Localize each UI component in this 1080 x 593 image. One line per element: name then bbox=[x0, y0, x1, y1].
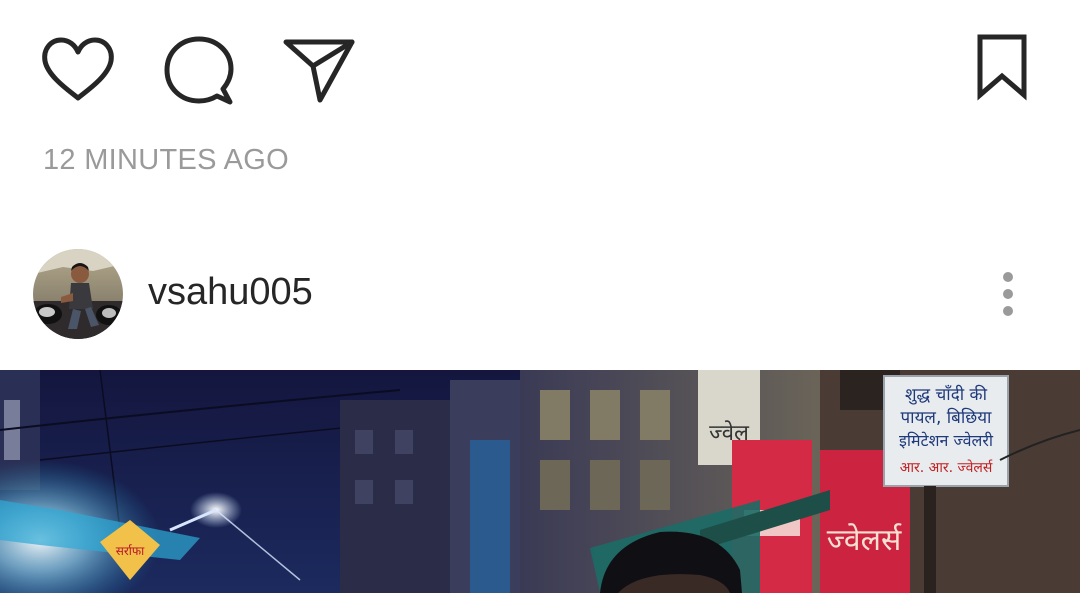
comment-button[interactable] bbox=[160, 33, 238, 107]
shop-sign-jewellers: ज्वेलर्स bbox=[827, 523, 902, 558]
like-button[interactable] bbox=[38, 33, 118, 107]
street-photo: ज्वेल ज्वेलर्स शुद्ध चाँदी की पायल, बिछि… bbox=[0, 370, 1080, 593]
signboard-line-4: आर. आर. ज्वेलर्स bbox=[900, 459, 994, 476]
post-image[interactable]: ज्वेल ज्वेलर्स शुद्ध चाँदी की पायल, बिछि… bbox=[0, 370, 1080, 593]
save-button[interactable] bbox=[972, 33, 1032, 101]
paper-plane-icon bbox=[283, 39, 355, 103]
signboard-line-1: शुद्ध चाँदी की bbox=[905, 384, 988, 405]
post-screen: 12 MINUTES AGO vsahu005 ज्वेल ज्वेलर्स श… bbox=[0, 0, 1080, 593]
username[interactable]: vsahu005 bbox=[148, 270, 313, 314]
more-dot-icon bbox=[1003, 289, 1013, 299]
signboard-line-2: पायल, बिछिया bbox=[901, 407, 993, 428]
small-sign-sarafa: सर्राफा bbox=[116, 544, 145, 558]
post-timestamp: 12 MINUTES AGO bbox=[43, 144, 289, 176]
post-header: vsahu005 bbox=[0, 236, 1080, 348]
more-options-button[interactable] bbox=[988, 266, 1028, 322]
more-dot-icon bbox=[1003, 306, 1013, 316]
avatar[interactable] bbox=[33, 249, 123, 339]
avatar-photo bbox=[33, 249, 123, 339]
heart-icon bbox=[42, 37, 114, 101]
bookmark-icon bbox=[977, 34, 1027, 101]
comment-icon bbox=[164, 36, 234, 105]
share-button[interactable] bbox=[280, 36, 358, 106]
post-action-bar bbox=[0, 0, 1080, 140]
more-dot-icon bbox=[1003, 272, 1013, 282]
signboard-line-3: इमिटेशन ज्वेलरी bbox=[899, 431, 994, 450]
